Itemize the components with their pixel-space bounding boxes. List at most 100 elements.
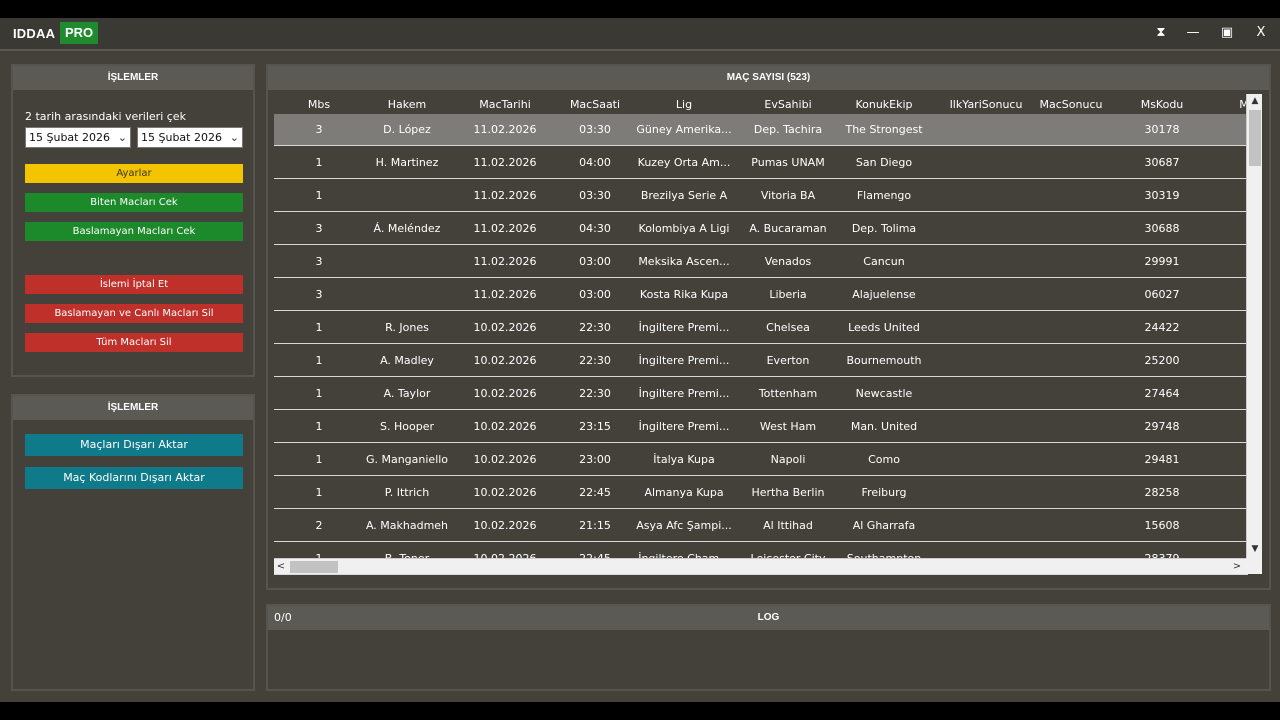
table-cell: 3 xyxy=(315,288,323,301)
table-cell: Á. Meléndez xyxy=(373,222,441,235)
table-cell: 10.02.2026 xyxy=(473,387,537,400)
column-header[interactable]: Mbs xyxy=(294,98,344,111)
table-cell: 23:00 xyxy=(579,453,611,466)
table-cell: İngiltere Premi... xyxy=(638,387,730,400)
table-cell: Dep. Tachira xyxy=(753,123,823,136)
table-cell: Pumas UNAM xyxy=(751,156,825,169)
table-cell: 1 xyxy=(315,156,323,169)
matches-panel: MAÇ SAYISI (523) Mbs Hakem MacTarihi Mac… xyxy=(266,64,1271,590)
scroll-down-icon[interactable]: ▼ xyxy=(1247,542,1263,556)
horizontal-scroll-thumb[interactable] xyxy=(290,561,338,573)
table-row[interactable]: 1 R. Jones 10.02.2026 22:30 İngiltere Premi.… xyxy=(274,312,1248,344)
table-cell: 04:00 xyxy=(579,156,611,169)
table-row[interactable]: 1 A. Taylor 10.02.2026 22:30 İngiltere Premi… xyxy=(274,378,1248,410)
table-cell: İngiltere Premi... xyxy=(638,321,730,334)
fetch-finished-button[interactable]: Biten Macları Cek xyxy=(25,193,243,212)
matches-grid[interactable]: Mbs Hakem MacTarihi MacSaati Lig EvSahib… xyxy=(274,94,1264,578)
export-codes-button[interactable]: Maç Kodlarını Dışarı Aktar xyxy=(25,467,243,489)
table-row[interactable]: 1 A. Madley 10.02.2026 22:30 İngiltere Premi… xyxy=(274,345,1248,377)
table-row[interactable]: 2 A. Makhadmeh 10.02.2026 21:15 Asya Afc Şam… xyxy=(274,510,1248,542)
column-header[interactable]: MacSonucu xyxy=(1026,98,1116,111)
date-range-label: 2 tarih arasındaki verileri çek xyxy=(25,110,186,123)
table-cell: A. Makhadmeh xyxy=(365,519,449,532)
table-cell: Como xyxy=(868,453,900,466)
table-cell: 10.02.2026 xyxy=(473,354,537,367)
table-cell: 1 xyxy=(315,321,323,334)
column-header[interactable]: MsKodu xyxy=(1122,98,1202,111)
table-cell: 30319 xyxy=(1144,189,1180,202)
table-row[interactable]: 1 G. Manganiello 10.02.2026 23:00 İtalya Kup… xyxy=(274,444,1248,476)
column-header[interactable]: MacTarihi xyxy=(460,98,550,111)
table-cell: Liberia xyxy=(769,288,807,301)
vertical-scroll-thumb[interactable] xyxy=(1249,110,1261,166)
grid-header: Mbs Hakem MacTarihi MacSaati Lig EvSahib… xyxy=(274,94,1264,114)
table-cell: West Ham xyxy=(759,420,817,433)
hourglass-icon[interactable]: ⧗ xyxy=(1150,22,1172,44)
column-header[interactable]: EvSahibi xyxy=(742,98,834,111)
table-cell: 25200 xyxy=(1144,354,1180,367)
column-header[interactable]: KonukEkip xyxy=(832,98,936,111)
table-cell: 03:00 xyxy=(579,255,611,268)
title-divider xyxy=(0,49,1280,51)
table-row[interactable]: 1 H. Martinez 11.02.2026 04:00 Kuzey Orta Am… xyxy=(274,147,1248,179)
table-cell: İngiltere Premi... xyxy=(638,354,730,367)
table-row[interactable]: 1 11.02.2026 03:30 Brezilya Serie A Vitoria … xyxy=(274,180,1248,212)
table-cell: Asya Afc Şampi... xyxy=(636,519,732,532)
table-cell: Freiburg xyxy=(861,486,907,499)
operations-panel: İŞLEMLER 2 tarih arasındaki verileri çek… xyxy=(11,64,255,377)
table-cell: 10.02.2026 xyxy=(473,453,537,466)
table-cell: 1 xyxy=(315,354,323,367)
table-row[interactable]: 1 P. Ittrich 10.02.2026 22:45 Almanya Kupa He… xyxy=(274,477,1248,509)
table-cell: 30687 xyxy=(1144,156,1180,169)
export-matches-button[interactable]: Maçları Dışarı Aktar xyxy=(25,434,243,456)
scroll-right-icon[interactable]: > xyxy=(1230,559,1244,575)
minimize-button[interactable]: — xyxy=(1182,22,1204,44)
app-window: IDDAA PRO ⧗ — ▣ X İŞLEMLER 2 tarih arası… xyxy=(0,18,1280,702)
table-cell: 1 xyxy=(315,486,323,499)
close-button[interactable]: X xyxy=(1250,22,1272,44)
cancel-operation-button[interactable]: İslemi İptal Et xyxy=(25,275,243,294)
scroll-left-icon[interactable]: < xyxy=(274,559,288,575)
table-cell: 30178 xyxy=(1144,123,1180,136)
table-cell: 23:15 xyxy=(579,420,611,433)
table-cell: A. Bucaraman xyxy=(749,222,827,235)
column-header[interactable]: Hakem xyxy=(352,98,462,111)
table-cell: Brezilya Serie A xyxy=(640,189,728,202)
vertical-scrollbar[interactable]: ▲ ▼ xyxy=(1246,94,1262,558)
table-cell: 06027 xyxy=(1144,288,1180,301)
table-cell: 29481 xyxy=(1144,453,1180,466)
app-title: IDDAA xyxy=(13,26,56,41)
table-cell: 22:30 xyxy=(579,354,611,367)
delete-all-button[interactable]: Tüm Macları Sil xyxy=(25,333,243,352)
settings-button[interactable]: Ayarlar xyxy=(25,164,243,183)
table-cell: 03:30 xyxy=(579,189,611,202)
column-header[interactable]: Lig xyxy=(634,98,734,111)
delete-not-started-live-button[interactable]: Baslamayan ve Canlı Macları Sil xyxy=(25,304,243,323)
log-panel: LOG 0/0 xyxy=(266,604,1271,691)
table-cell: Flamengo xyxy=(856,189,912,202)
table-cell: Al Ittihad xyxy=(763,519,813,532)
table-cell: 24422 xyxy=(1144,321,1180,334)
date-to-picker[interactable]: 15 Şubat 2026 ⌄ xyxy=(137,127,243,148)
table-row[interactable]: 3 D. López 11.02.2026 03:30 Güney Amerika...… xyxy=(274,114,1248,146)
fetch-not-started-button[interactable]: Baslamayan Macları Cek xyxy=(25,222,243,241)
table-row[interactable]: 3 11.02.2026 03:00 Kosta Rika Kupa Liberia Al… xyxy=(274,279,1248,311)
date-from-value: 15 Şubat 2026 xyxy=(29,131,110,144)
scroll-up-icon[interactable]: ▲ xyxy=(1247,94,1263,108)
date-from-picker[interactable]: 15 Şubat 2026 ⌄ xyxy=(25,127,131,148)
table-cell: Leeds United xyxy=(848,321,920,334)
table-row[interactable]: 3 Á. Meléndez 11.02.2026 04:30 Kolombiya A L… xyxy=(274,213,1248,245)
export-panel-title: İŞLEMLER xyxy=(13,396,253,420)
maximize-button[interactable]: ▣ xyxy=(1216,22,1238,44)
table-cell: San Diego xyxy=(855,156,913,169)
table-cell: Dep. Tolima xyxy=(851,222,917,235)
table-cell: Almanya Kupa xyxy=(644,486,724,499)
column-header[interactable]: IlkYariSonucu xyxy=(936,98,1036,111)
table-row[interactable]: 3 11.02.2026 03:00 Meksika Ascen... Venados C… xyxy=(274,246,1248,278)
column-header[interactable]: MacSaati xyxy=(560,98,630,111)
table-cell: 04:30 xyxy=(579,222,611,235)
horizontal-scrollbar[interactable]: < > xyxy=(274,558,1246,574)
operations-panel-title: İŞLEMLER xyxy=(13,66,253,90)
table-cell: 1 xyxy=(315,420,323,433)
table-row[interactable]: 1 S. Hooper 10.02.2026 23:15 İngiltere Premi… xyxy=(274,411,1248,443)
